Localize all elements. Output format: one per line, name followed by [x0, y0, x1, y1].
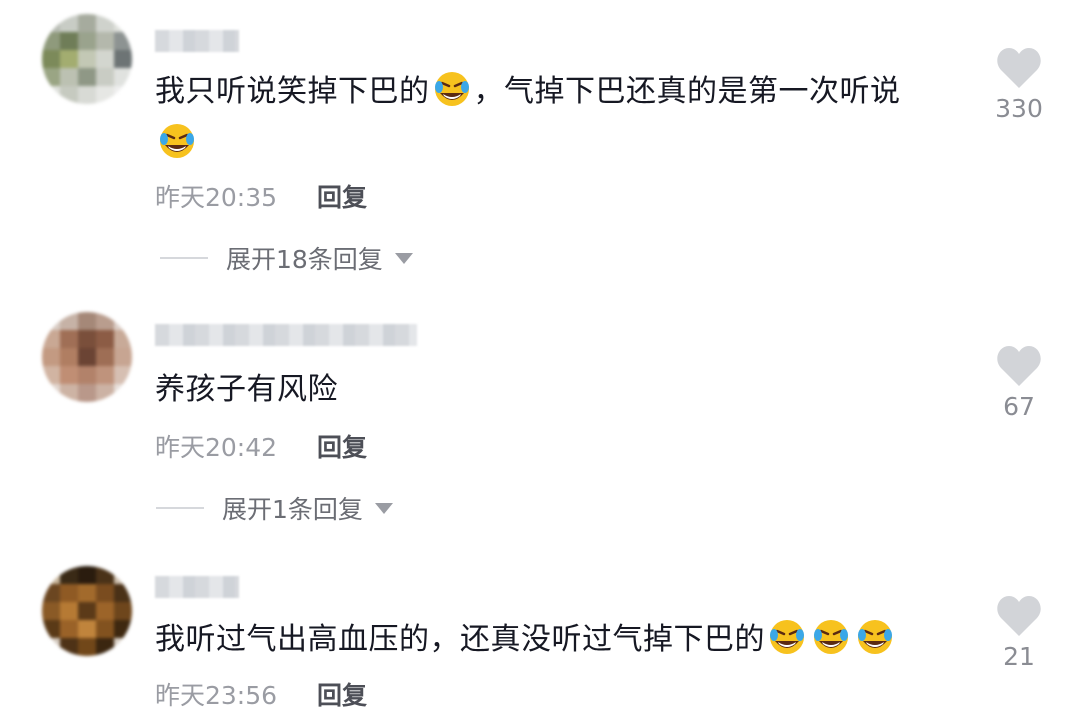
like-button[interactable]: 21: [988, 594, 1050, 671]
expand-replies-button[interactable]: 展开18条回复: [160, 240, 413, 276]
rofl-emoji-icon: [432, 69, 472, 109]
comment-text-part: 养孩子有风险: [155, 372, 338, 407]
comment-meta: 昨天20:42 回复: [155, 428, 367, 464]
divider-line: [160, 257, 208, 259]
username-blurred[interactable]: [155, 324, 417, 346]
comment-text: 我听过气出高血压的，还真没听过气掉下巴的: [155, 614, 945, 666]
reply-button[interactable]: 回复: [317, 681, 367, 710]
like-count: 21: [1003, 642, 1035, 671]
divider-line: [156, 507, 204, 509]
rofl-emoji-icon: [855, 617, 895, 657]
reply-button[interactable]: 回复: [317, 183, 367, 212]
avatar[interactable]: [42, 312, 132, 402]
heart-icon: [995, 594, 1043, 638]
avatar[interactable]: [42, 566, 132, 656]
like-count: 330: [995, 94, 1043, 123]
comment-text: 我只听说笑掉下巴的 ，气掉下巴还真的是第一次听说: [155, 66, 945, 170]
like-count: 67: [1003, 392, 1035, 421]
caret-down-icon: [394, 252, 413, 264]
rofl-emoji-icon: [811, 617, 851, 657]
rofl-emoji-icon: [157, 121, 197, 161]
reply-button[interactable]: 回复: [317, 433, 367, 462]
rofl-emoji-icon: [767, 617, 807, 657]
heart-icon: [995, 344, 1043, 388]
like-button[interactable]: 330: [988, 46, 1050, 123]
comment-text-part: 我听过气出高血压的，还真没听过气掉下巴的: [155, 622, 765, 657]
comment-meta: 昨天23:56 回复: [155, 676, 367, 712]
like-button[interactable]: 67: [988, 344, 1050, 421]
caret-down-icon: [374, 502, 393, 514]
heart-icon: [995, 46, 1043, 90]
username-blurred[interactable]: [155, 30, 239, 52]
comment-text: 养孩子有风险: [155, 364, 945, 416]
expand-replies-button[interactable]: 展开1条回复: [156, 490, 393, 526]
expand-replies-label: 展开1条回复: [222, 495, 363, 524]
comment-time: 昨天20:42: [155, 433, 278, 462]
comment-time: 昨天20:35: [155, 183, 278, 212]
comment-text-part: ，气掉下巴还真的是第一次听说: [473, 74, 901, 109]
comment-text-part: 我只听说笑掉下巴的: [155, 74, 430, 109]
comment-time: 昨天23:56: [155, 681, 278, 710]
comment-meta: 昨天20:35 回复: [155, 178, 367, 214]
username-blurred[interactable]: [155, 576, 239, 598]
avatar[interactable]: [42, 14, 132, 104]
expand-replies-label: 展开18条回复: [226, 245, 383, 274]
